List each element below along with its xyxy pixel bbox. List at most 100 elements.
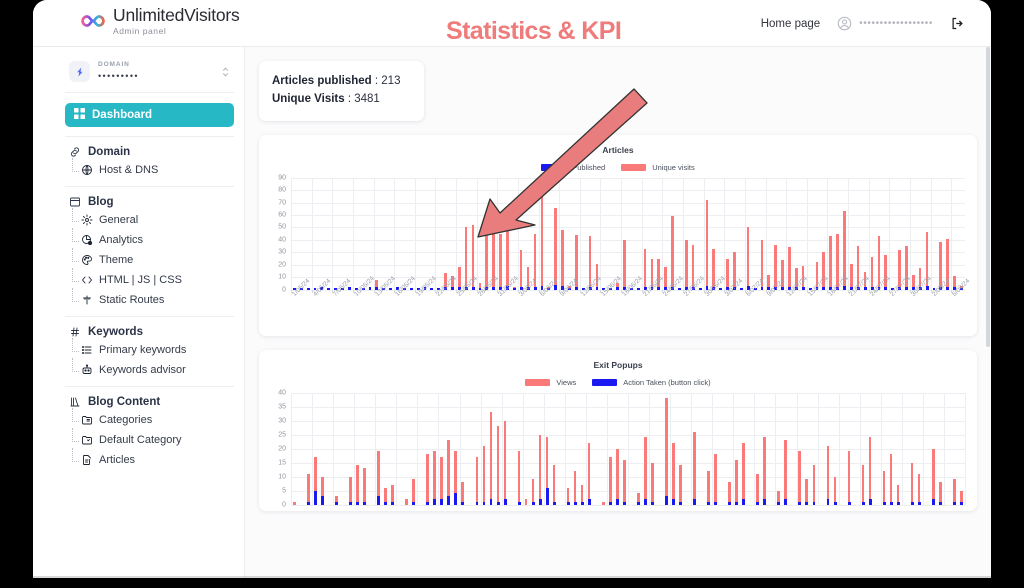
sidebar-item-general[interactable]: General [65, 208, 234, 230]
tree-connector-icon [72, 268, 79, 282]
sidebar-item-label: Dashboard [92, 109, 153, 121]
sidebar-group-keywords: Keywords Primary keywords Keywords advisor [65, 316, 234, 386]
window-bottom-edge [33, 576, 991, 579]
chart-bar [870, 257, 874, 290]
sidebar-group-blog: Blog General Analytics Theme HTML | JS | CSS… [65, 186, 234, 316]
tree-connector-icon [72, 158, 79, 172]
chart-bar [798, 451, 802, 505]
legend-item: Unique visits [621, 163, 695, 172]
chart-bar [665, 496, 668, 505]
chart-bar [693, 499, 697, 505]
brand-logo-group[interactable]: UnlimitedVisitors Admin panel [80, 6, 240, 35]
chart-bar [489, 499, 493, 505]
chart-bar [672, 443, 675, 505]
folder-icon [81, 414, 93, 426]
sidebar-item-articles[interactable]: Articles [65, 448, 234, 470]
chart-bar [482, 445, 486, 505]
chart-title: Exit Popups [593, 359, 643, 370]
sidebar-group-header[interactable]: Blog [65, 196, 234, 210]
chart-bar [321, 496, 324, 505]
domain-selector[interactable]: DOMAIN ••••••••• [65, 56, 234, 93]
stat-value: 213 [381, 75, 401, 87]
y-tick-label: 90 [278, 174, 286, 182]
top-nav: Home page •••••••••••••••••• [761, 0, 965, 47]
chart-bar [412, 501, 416, 505]
stats-summary-card: Articles published : 213 Unique Visits :… [259, 61, 424, 121]
sidebar-item-html-js-css[interactable]: HTML | JS | CSS [65, 268, 234, 290]
robot-icon [81, 364, 93, 376]
chart-bar [833, 476, 837, 505]
sidebar-group-header[interactable]: Domain [65, 146, 234, 160]
chart-bar [538, 434, 542, 505]
chart-title: Articles [602, 144, 634, 155]
sidebar-group-label: Keywords [88, 326, 143, 338]
chart-bar [784, 440, 788, 505]
chart-bar [896, 501, 900, 505]
chart-bar [587, 443, 591, 505]
y-tick-label: 10 [278, 473, 286, 481]
chart-bar [959, 501, 963, 505]
chart-bar [314, 490, 317, 505]
chart-bar [531, 501, 535, 505]
infinity-icon [80, 11, 106, 31]
chart-bar [433, 499, 437, 505]
exit-popups-plot-area: 0 5 10 15 20 25 30 35 40 [267, 389, 969, 508]
logout-icon[interactable] [950, 16, 965, 31]
legend-label: Views [556, 377, 577, 387]
chart-bar [292, 501, 296, 505]
chart-bar [307, 501, 310, 505]
chart-bar [746, 227, 750, 290]
chart-bar [882, 471, 886, 505]
sidebar-item-theme[interactable]: Theme [65, 248, 234, 270]
chart-bar [496, 501, 500, 505]
chart-bar [931, 499, 935, 505]
articles-plot-area: 0 10 20 30 40 50 60 70 80 90 [267, 174, 969, 294]
y-tick-label: 0 [282, 286, 286, 294]
chevron-up-down-icon[interactable] [221, 65, 230, 79]
chart-bar [405, 499, 408, 505]
sidebar-item-label: General [99, 214, 139, 226]
tree-connector-icon [72, 358, 79, 372]
sidebar-item-label: Theme [99, 254, 134, 266]
chart-bar [335, 501, 339, 505]
chart-bar [651, 501, 654, 505]
book-icon [69, 396, 81, 408]
sidebar-item-categories[interactable]: Categories [65, 408, 234, 430]
chart-bar [426, 501, 430, 505]
sidebar-group-header[interactable]: Blog Content [65, 396, 234, 410]
tree-connector-icon [72, 428, 79, 442]
stat-unique-visits: Unique Visits : 3481 [272, 91, 411, 109]
sidebar-item-primary-keywords[interactable]: Primary keywords [65, 338, 234, 360]
y-tick-label: 40 [278, 236, 286, 244]
chart-bar [384, 501, 388, 505]
sidebar-item-label: Articles [99, 454, 136, 466]
sidebar-item-dashboard[interactable]: Dashboard [65, 103, 234, 127]
sidebar-item-static-routes[interactable]: Static Routes [65, 288, 234, 310]
chart-bar [622, 501, 626, 505]
chart-bar [728, 501, 732, 505]
chart-bar [861, 501, 865, 505]
y-tick-label: 5 [282, 487, 286, 495]
sidebar-item-host-dns[interactable]: Host & DNS [65, 158, 234, 180]
chart-bar [573, 471, 577, 505]
scrollbar-thumb[interactable] [986, 47, 990, 347]
chart-bar [517, 501, 521, 505]
main-scrollbar[interactable] [986, 47, 990, 578]
sidebar-item-label: Default Category [99, 434, 182, 446]
sidebar-group-header[interactable]: Keywords [65, 326, 234, 340]
brand-text: UnlimitedVisitors Admin panel [113, 6, 240, 35]
user-chip[interactable]: •••••••••••••••••• [837, 16, 933, 31]
y-tick-label: 30 [278, 417, 286, 425]
chart-bar [503, 420, 507, 505]
chart-bar [812, 501, 816, 505]
legend-item: Published [541, 163, 605, 172]
chart-bar [601, 501, 605, 505]
y-axis-labels: 0 5 10 15 20 25 30 35 40 [267, 389, 289, 508]
sidebar-item-keywords-advisor[interactable]: Keywords advisor [65, 358, 234, 380]
globe-icon [81, 164, 93, 176]
chart-bar [307, 473, 310, 505]
sidebar-item-analytics[interactable]: Analytics [65, 228, 234, 250]
home-page-link[interactable]: Home page [761, 18, 820, 30]
legend-label: Published [572, 162, 606, 172]
sidebar-item-default-category[interactable]: Default Category [65, 428, 234, 450]
